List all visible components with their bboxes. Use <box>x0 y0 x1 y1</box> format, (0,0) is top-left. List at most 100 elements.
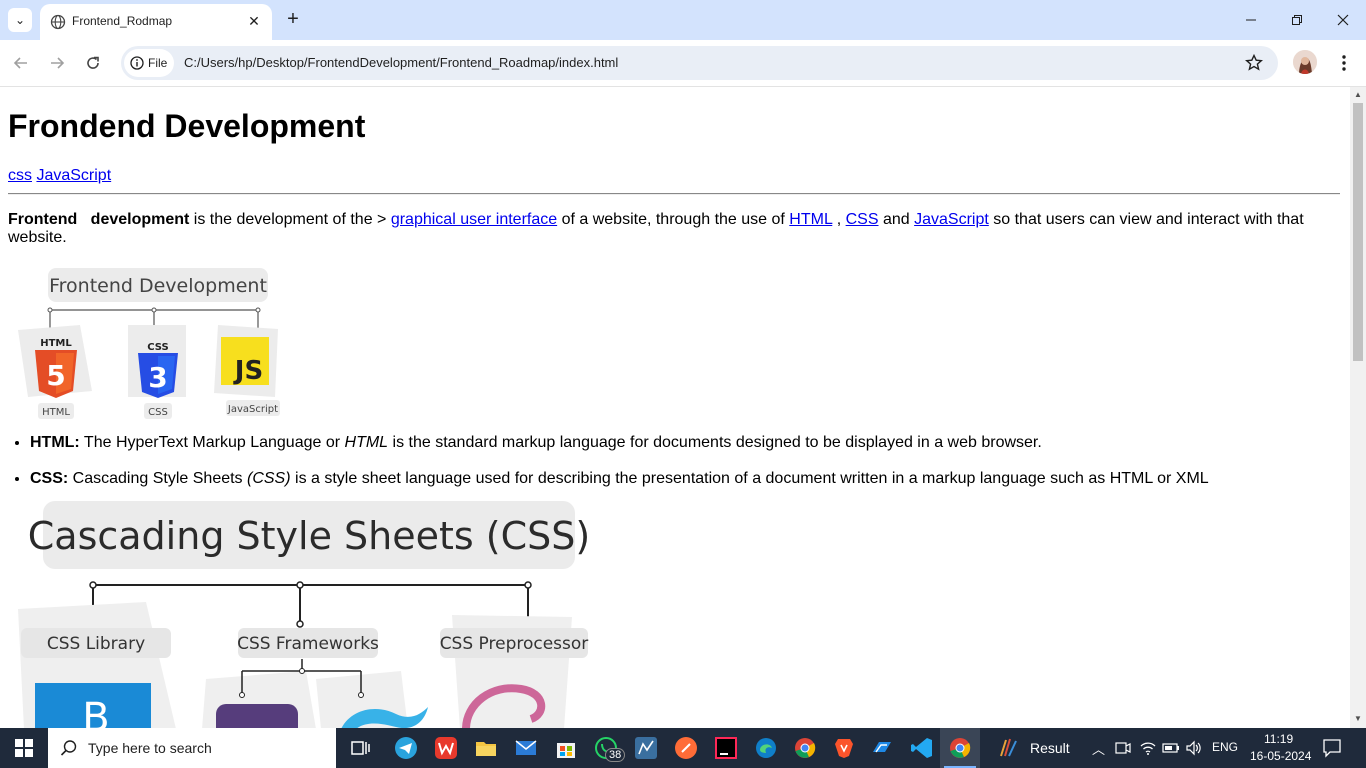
battery-icon[interactable] <box>1162 739 1180 757</box>
minimize-icon <box>1246 19 1256 21</box>
intro-text: is the development of the > <box>189 211 391 228</box>
mail-icon[interactable] <box>514 736 538 760</box>
info-icon <box>130 56 144 70</box>
diagram-title: Frontend Development <box>49 275 267 297</box>
intro-text: and <box>878 211 915 228</box>
task-view-icon[interactable] <box>349 736 373 760</box>
wifi-icon[interactable] <box>1139 739 1157 757</box>
css-diagram-item-preprocessor: CSS Preprocessor <box>440 634 589 654</box>
diagram-item-javascript: JavaScript <box>227 404 278 415</box>
search-icon <box>60 740 77 756</box>
tab-strip: ⌄ Frontend_Rodmap ✕ + <box>0 0 1366 40</box>
windows-taskbar: Type here to search 38 Result ︿ ENG 11:1… <box>0 728 1366 768</box>
page-viewport: Frondend Development css JavaScript Fron… <box>0 87 1350 728</box>
mysql-workbench-icon[interactable] <box>634 736 658 760</box>
browser-menu-button[interactable] <box>1334 52 1354 74</box>
chevron-down-icon: ⌄ <box>14 13 26 27</box>
definition-list: HTML: The HyperText Markup Language or H… <box>8 434 1350 506</box>
close-tab-icon[interactable]: ✕ <box>244 11 264 31</box>
page-title: Frondend Development <box>8 108 366 144</box>
restore-button[interactable] <box>1274 0 1320 40</box>
result-app-label[interactable]: Result <box>1030 740 1070 756</box>
intro-text: of a website, through the use of <box>557 211 790 228</box>
browser-toolbar: File C:/Users/hp/Desktop/FrontendDevelop… <box>0 40 1366 87</box>
list-item-html: HTML: The HyperText Markup Language or H… <box>30 434 1350 452</box>
diagram-item-css: CSS <box>148 407 168 418</box>
svg-text:CSS: CSS <box>147 342 168 353</box>
clock-date[interactable]: 16-05-2024 <box>1250 749 1311 763</box>
edge-icon[interactable] <box>754 736 778 760</box>
paint-brushes-icon[interactable] <box>996 736 1020 760</box>
profile-picture-icon <box>1293 50 1317 74</box>
javascript-logo: JS <box>214 325 278 397</box>
meet-now-icon[interactable] <box>1114 739 1132 757</box>
profile-avatar[interactable] <box>1293 50 1317 74</box>
link-javascript[interactable]: JavaScript <box>914 211 989 228</box>
definition-em: (CSS) <box>247 470 291 487</box>
remote-desktop-icon[interactable] <box>870 736 894 760</box>
chrome-active-icon[interactable] <box>948 736 972 760</box>
file-label: File <box>148 56 168 70</box>
arrow-right-icon <box>51 57 65 69</box>
notifications-icon[interactable] <box>1322 738 1342 758</box>
site-info-chip[interactable]: File <box>124 49 174 77</box>
definition-text: The HyperText Markup Language or <box>79 434 345 451</box>
microsoft-store-icon[interactable] <box>554 736 578 760</box>
css-ecosystem-diagram: Cascading Style Sheets (CSS) CSS Library… <box>18 501 590 728</box>
divider <box>8 193 1340 195</box>
term-html: HTML: <box>30 434 80 451</box>
volume-icon[interactable] <box>1185 739 1203 757</box>
intro-paragraph: Frontend development is the development … <box>8 211 1328 247</box>
clock-time[interactable]: 11:19 <box>1264 732 1293 746</box>
svg-text:5: 5 <box>46 359 65 392</box>
html5-logo: HTML 5 <box>18 325 92 398</box>
bookmark-star-icon[interactable] <box>1244 53 1264 73</box>
windows-logo-icon <box>15 739 33 757</box>
start-button[interactable] <box>0 728 48 768</box>
new-tab-button[interactable]: + <box>282 8 304 30</box>
nav-link-javascript[interactable]: JavaScript <box>36 167 111 184</box>
taskbar-search[interactable]: Type here to search <box>48 728 336 768</box>
list-item-css: CSS: Cascading Style Sheets (CSS) is a s… <box>30 470 1350 488</box>
page-scrollbar[interactable]: ▲ ▼ <box>1350 87 1366 728</box>
tab-search-button[interactable]: ⌄ <box>8 8 32 32</box>
tray-chevron-up-icon[interactable]: ︿ <box>1092 739 1105 758</box>
link-html[interactable]: HTML <box>789 211 832 228</box>
postman-icon[interactable] <box>674 736 698 760</box>
scroll-down-icon[interactable]: ▼ <box>1353 714 1363 724</box>
term-css: CSS: <box>30 470 69 487</box>
link-gui[interactable]: graphical user interface <box>391 211 557 228</box>
wps-office-icon[interactable] <box>434 736 458 760</box>
address-bar[interactable]: File C:/Users/hp/Desktop/FrontendDevelop… <box>121 46 1278 80</box>
close-icon <box>1337 14 1349 26</box>
scrollbar-thumb[interactable] <box>1353 103 1363 361</box>
link-css[interactable]: CSS <box>846 211 879 228</box>
url-text: C:/Users/hp/Desktop/FrontendDevelopment/… <box>184 55 619 70</box>
intro-bold-frontend: Frontend <box>8 211 78 228</box>
vscode-icon[interactable] <box>910 736 934 760</box>
forward-button[interactable] <box>44 50 70 76</box>
svg-text:3: 3 <box>148 361 167 394</box>
frontend-development-diagram: Frontend Development HTML 5 HTML CSS 3 C… <box>18 268 280 419</box>
reload-icon <box>87 56 99 69</box>
svg-text:JS: JS <box>233 356 263 386</box>
definition-text: is a style sheet language used for descr… <box>290 470 1209 487</box>
back-button[interactable] <box>8 50 34 76</box>
close-window-button[interactable] <box>1320 0 1366 40</box>
css3-logo: CSS 3 <box>128 325 186 398</box>
brave-icon[interactable] <box>832 736 856 760</box>
minimize-button[interactable] <box>1228 0 1274 40</box>
reload-button[interactable] <box>80 50 106 76</box>
tab-title: Frontend_Rodmap <box>72 14 173 28</box>
language-indicator[interactable]: ENG <box>1212 740 1238 754</box>
bulma-logo <box>216 704 298 728</box>
chrome-icon[interactable] <box>793 736 817 760</box>
file-explorer-icon[interactable] <box>474 736 498 760</box>
intellij-icon[interactable] <box>714 736 738 760</box>
scroll-up-icon[interactable]: ▲ <box>1353 90 1363 100</box>
telegram-icon[interactable] <box>394 736 418 760</box>
tab-active[interactable]: Frontend_Rodmap ✕ <box>40 4 272 40</box>
nav-link-css[interactable]: css <box>8 167 32 184</box>
restore-icon <box>1292 15 1302 25</box>
more-vertical-icon <box>1342 55 1346 71</box>
